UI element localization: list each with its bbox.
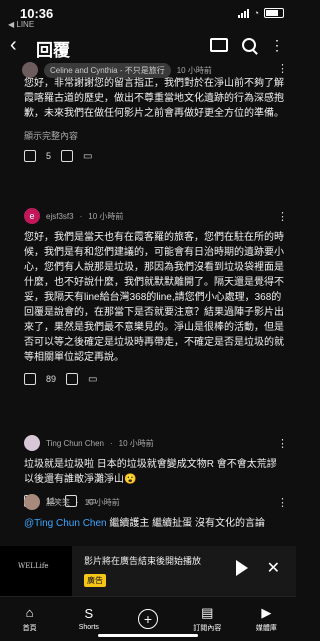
create-icon: + — [138, 609, 158, 629]
show-more-link[interactable]: 顯示完整內容 — [24, 129, 286, 142]
back-to-app-link[interactable]: ◀ LINE — [8, 20, 34, 29]
comment-author[interactable]: Ting Chun Chen — [46, 439, 104, 448]
comment-text: @Ting Chun Chen 繼續護主 繼續扯蛋 沒有文化的言論 — [24, 518, 265, 529]
comment-author[interactable]: ejsf3sf3 — [46, 212, 74, 221]
more-options-icon[interactable]: ⋮ — [270, 38, 284, 52]
dislike-icon[interactable] — [61, 150, 74, 162]
back-arrow-icon[interactable]: ‹ — [10, 34, 17, 57]
home-icon: ⌂ — [25, 604, 34, 620]
comment-text: 您好，非常謝謝您的留言指正，我們對於在淨山前不夠了解霞喀羅古道的歷史，做出不尊重… — [24, 78, 284, 119]
status-icons: ◔ — [237, 8, 284, 18]
nav-home[interactable]: ⌂ 首頁 — [0, 597, 59, 641]
avatar[interactable] — [24, 435, 40, 451]
battery-icon — [264, 8, 284, 18]
comment-time: 10 小時前 — [84, 497, 120, 507]
avatar[interactable]: e — [24, 208, 40, 224]
top-bar: ‹ 回覆 ⋮ — [0, 32, 296, 62]
ad-banner[interactable]: WELLife 影片將在廣告結束後開始播放 廣告 ✕ — [0, 546, 296, 596]
nav-label: Shorts — [78, 624, 99, 631]
ad-thumbnail[interactable]: WELLife — [0, 546, 72, 596]
like-count: 89 — [46, 374, 57, 384]
home-indicator — [98, 634, 198, 637]
list-item: e ejsf3sf3 · 10 小時前 您好，我們是當天也有在霞客羅的旅客，您們… — [24, 208, 286, 385]
page-title: 回覆 — [36, 41, 70, 60]
library-icon: ▶ — [261, 604, 272, 620]
nav-label: 媒體庫 — [255, 624, 277, 632]
avatar[interactable] — [24, 494, 40, 510]
wifi-icon: ◔ — [253, 8, 259, 18]
reply-icon[interactable]: ▭ — [88, 374, 97, 385]
signal-icon — [237, 8, 249, 18]
like-icon[interactable] — [24, 150, 36, 162]
nav-label: 訂閱內容 — [193, 624, 222, 632]
comment-time: 10 小時前 — [176, 65, 212, 75]
shorts-icon: S — [84, 606, 94, 621]
comment-menu-icon[interactable]: ⋮ — [277, 210, 288, 223]
mention-link[interactable]: @Ting Chun Chen — [24, 518, 107, 529]
comment-thread: Celine and Cynthia - 不只是旅行 10 小時前 ⋮ 您好，非… — [0, 62, 296, 542]
comment-time: 10 小時前 — [88, 211, 124, 221]
comment-menu-icon[interactable]: ⋮ — [277, 62, 288, 75]
ad-badge: 廣告 — [84, 574, 106, 587]
nav-label: 首頁 — [22, 624, 37, 632]
search-icon[interactable] — [242, 38, 256, 52]
close-icon[interactable]: ✕ — [267, 558, 280, 578]
cast-icon[interactable] — [210, 38, 228, 52]
comment-menu-icon[interactable]: ⋮ — [277, 496, 288, 509]
nav-library[interactable]: ▶ 媒體庫 — [237, 597, 296, 641]
subscriptions-icon: ▤ — [201, 604, 214, 620]
list-item: 您好，非常謝謝您的留言指正，我們對於在淨山前不夠了解霞喀羅古道的歷史，做出不尊重… — [24, 76, 286, 162]
comment-text: 您好，我們是當天也有在霞客羅的旅客，您們在駐在所的時候，我們是有和您們建議的，可… — [24, 232, 284, 363]
status-bar: 10:36 ◀ LINE ◔ — [0, 0, 296, 30]
play-icon[interactable] — [236, 560, 248, 576]
comment-author[interactable]: 施笑笑 — [46, 497, 70, 508]
ad-text: 影片將在廣告結束後開始播放 — [84, 556, 202, 566]
list-item: 施笑笑 · 10 小時前 @Ting Chun Chen 繼續護主 繼續扯蛋 沒… — [24, 494, 286, 531]
reply-icon[interactable]: ▭ — [83, 151, 92, 162]
comment-time: 10 小時前 — [118, 438, 154, 448]
dislike-icon[interactable] — [66, 373, 79, 385]
like-icon[interactable] — [24, 373, 36, 385]
comment-menu-icon[interactable]: ⋮ — [277, 437, 288, 450]
clock: 10:36 — [20, 6, 54, 21]
like-count: 5 — [46, 151, 52, 161]
comment-text: 垃圾就是垃圾啦 日本的垃圾就會變成文物R 會不會太荒謬 以後還有誰敢淨灘淨山😮 — [24, 459, 277, 485]
